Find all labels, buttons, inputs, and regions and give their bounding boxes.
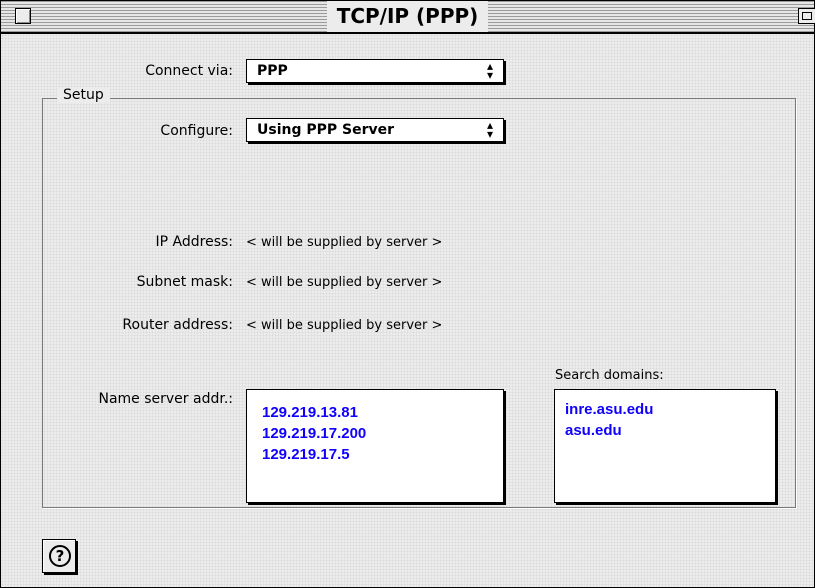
subnet-mask-label: Subnet mask: xyxy=(136,274,233,290)
up-down-arrows-icon: ▴ ▾ xyxy=(486,118,493,141)
router-address-value: < will be supplied by server > xyxy=(246,318,443,333)
search-domain-entry[interactable]: asu.edu xyxy=(565,420,653,441)
search-domains-list: inre.asu.edu asu.edu xyxy=(565,399,653,441)
zoom-box-icon[interactable] xyxy=(798,8,815,24)
ip-address-value: < will be supplied by server > xyxy=(246,235,443,250)
name-server-listbox[interactable]: 129.219.13.81 129.219.17.200 129.219.17.… xyxy=(246,389,504,503)
up-down-arrows-icon: ▴ ▾ xyxy=(486,59,493,82)
name-server-list: 129.219.13.81 129.219.17.200 129.219.17.… xyxy=(262,402,366,465)
window-title: TCP/IP (PPP) xyxy=(326,1,489,32)
configure-value: Using PPP Server xyxy=(257,122,395,138)
connect-via-value: PPP xyxy=(257,63,288,79)
tcpip-window: TCP/IP (PPP) Connect via: PPP ▴ ▾ Setup C… xyxy=(0,0,815,588)
search-domain-entry[interactable]: inre.asu.edu xyxy=(565,399,653,420)
name-server-label: Name server addr.: xyxy=(98,391,233,407)
subnet-mask-value: < will be supplied by server > xyxy=(246,275,443,290)
search-domains-listbox[interactable]: inre.asu.edu asu.edu xyxy=(554,389,776,503)
router-address-label: Router address: xyxy=(122,317,233,333)
title-bar[interactable]: TCP/IP (PPP) xyxy=(1,1,815,34)
help-button[interactable]: ? xyxy=(42,539,76,573)
ip-address-label: IP Address: xyxy=(155,234,234,250)
setup-group-label: Setup xyxy=(57,87,110,103)
search-domains-label: Search domains: xyxy=(555,368,664,383)
name-server-entry[interactable]: 129.219.17.5 xyxy=(262,444,366,465)
configure-popup[interactable]: Using PPP Server ▴ ▾ xyxy=(246,118,504,142)
configure-label: Configure: xyxy=(160,123,233,139)
connect-via-label: Connect via: xyxy=(145,63,233,79)
question-mark-icon: ? xyxy=(49,545,71,567)
name-server-entry[interactable]: 129.219.13.81 xyxy=(262,402,366,423)
title-container: TCP/IP (PPP) xyxy=(1,1,814,32)
connect-via-popup[interactable]: PPP ▴ ▾ xyxy=(246,59,504,83)
close-box-icon[interactable] xyxy=(15,8,31,24)
name-server-entry[interactable]: 129.219.17.200 xyxy=(262,423,366,444)
